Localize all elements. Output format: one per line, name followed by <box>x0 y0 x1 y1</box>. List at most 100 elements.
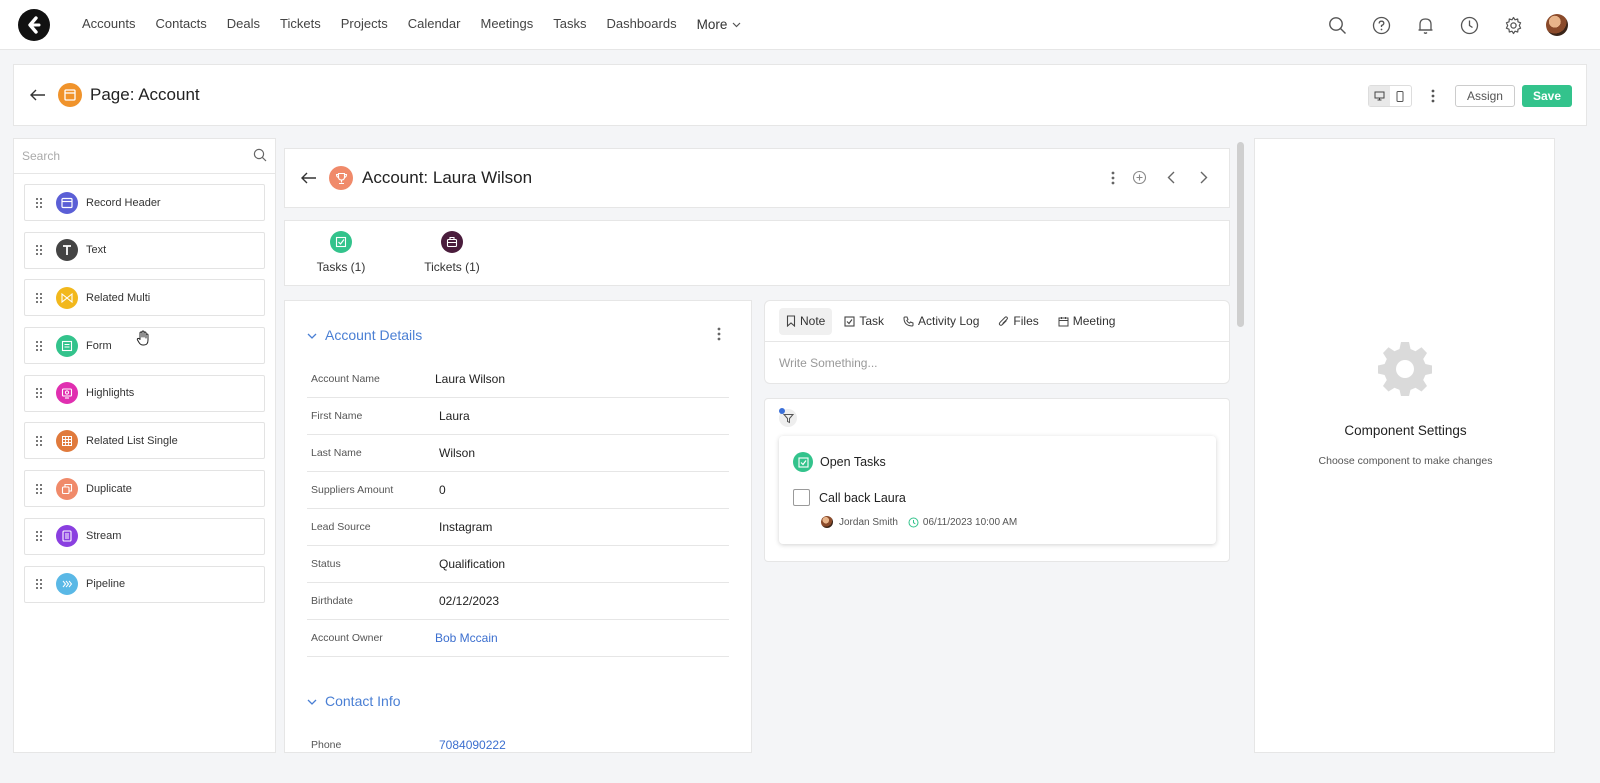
field-value[interactable]: Wilson <box>439 446 475 460</box>
drag-handle-icon[interactable] <box>36 435 44 446</box>
nav-links: Accounts Contacts Deals Tickets Projects… <box>72 0 751 50</box>
component-related-multi[interactable]: Related Multi <box>24 279 265 317</box>
drag-handle-icon[interactable] <box>36 388 44 399</box>
tab-note[interactable]: Note <box>779 307 833 335</box>
section-header-account-details[interactable]: Account Details <box>307 327 422 343</box>
stream-icon <box>56 525 78 548</box>
help-icon[interactable] <box>1370 14 1392 36</box>
field-value[interactable]: 02/12/2023 <box>439 594 499 608</box>
nav-link-deals[interactable]: Deals <box>217 0 270 50</box>
nav-link-projects[interactable]: Projects <box>331 0 398 50</box>
component-highlights[interactable]: Highlights <box>24 374 265 412</box>
composer-input[interactable]: Write Something... <box>765 342 1229 384</box>
nav-link-contacts[interactable]: Contacts <box>145 0 216 50</box>
trophy-icon <box>329 166 353 190</box>
tab-meeting[interactable]: Meeting <box>1051 308 1123 335</box>
drag-handle-icon[interactable] <box>36 579 44 589</box>
app-logo[interactable] <box>18 8 50 41</box>
component-pipeline[interactable]: Pipeline <box>24 565 265 603</box>
more-options-icon[interactable] <box>717 327 721 344</box>
chevron-left-icon[interactable] <box>1164 170 1179 188</box>
nav-more-menu[interactable]: More <box>687 0 752 50</box>
drag-handle-icon[interactable] <box>36 197 44 208</box>
gear-icon <box>1375 338 1435 401</box>
component-stream[interactable]: Stream <box>24 517 265 555</box>
drag-handle-icon[interactable] <box>36 531 44 542</box>
component-text[interactable]: Text <box>24 231 265 269</box>
drag-handle-icon[interactable] <box>36 292 44 303</box>
more-options-icon[interactable] <box>1426 89 1440 103</box>
open-tasks-title: Open Tasks <box>820 455 886 469</box>
save-button[interactable]: Save <box>1521 85 1572 107</box>
related-multi-icon <box>56 286 78 309</box>
assign-button[interactable]: Assign <box>1454 85 1515 107</box>
bell-icon[interactable] <box>1414 14 1436 36</box>
user-avatar[interactable] <box>1546 14 1568 36</box>
back-arrow-icon[interactable] <box>28 85 48 105</box>
tab-files[interactable]: Files <box>991 308 1045 335</box>
section-header-contact-info[interactable]: Contact Info <box>307 693 401 709</box>
nav-link-dashboards[interactable]: Dashboards <box>596 0 686 50</box>
component-label: Duplicate <box>86 482 132 495</box>
task-checkbox[interactable] <box>793 489 810 506</box>
tab-activity-log[interactable]: Activity Log <box>896 308 986 335</box>
checkbox-icon <box>793 452 813 472</box>
related-tab-tasks[interactable]: Tasks (1) <box>307 231 375 274</box>
nav-link-tickets[interactable]: Tickets <box>270 0 331 50</box>
field-status: Status Qualification <box>307 546 729 583</box>
field-value[interactable]: Instagram <box>439 520 492 534</box>
page-header: Page: Account Assign Save <box>13 64 1587 126</box>
component-label: Highlights <box>86 387 135 400</box>
task-owner[interactable]: Jordan Smith <box>839 517 898 528</box>
field-label: Account Owner <box>311 632 383 644</box>
gear-icon[interactable] <box>1502 14 1524 36</box>
search-icon[interactable] <box>253 148 267 165</box>
canvas-scrollbar[interactable] <box>1230 138 1254 753</box>
nav-link-calendar[interactable]: Calendar <box>398 0 471 50</box>
back-arrow-icon[interactable] <box>299 172 319 184</box>
field-account-owner: Account Owner Bob Mccain <box>307 620 729 657</box>
mobile-view-icon[interactable] <box>1390 86 1411 106</box>
nav-link-accounts[interactable]: Accounts <box>72 0 145 50</box>
component-label: Related List Single <box>86 434 178 447</box>
tab-label: Activity Log <box>918 314 980 328</box>
component-label: Related Multi <box>86 291 151 304</box>
clock-icon[interactable] <box>1458 14 1480 36</box>
field-value[interactable]: Qualification <box>439 557 505 571</box>
nav-link-meetings[interactable]: Meetings <box>470 0 543 50</box>
field-value[interactable]: Laura <box>439 409 470 423</box>
stream-panel: Open Tasks Call back Laura Jordan Smith … <box>764 398 1230 562</box>
field-label: Suppliers Amount <box>311 484 394 496</box>
more-options-icon[interactable] <box>1111 171 1115 188</box>
chevron-down-icon <box>307 694 317 709</box>
tab-label: Files <box>1013 314 1039 328</box>
component-record-header[interactable]: Record Header <box>24 184 265 221</box>
tab-task[interactable]: Task <box>837 308 891 335</box>
add-circle-icon[interactable] <box>1132 170 1147 188</box>
duplicate-icon <box>56 477 78 500</box>
record-header[interactable]: Account: Laura Wilson <box>284 148 1230 208</box>
task-due: 06/11/2023 10:00 AM <box>908 517 1017 528</box>
component-duplicate[interactable]: Duplicate <box>24 470 265 508</box>
search-icon[interactable] <box>1326 14 1348 36</box>
nav-link-tasks[interactable]: Tasks <box>543 0 596 50</box>
tab-label: Task <box>859 314 885 328</box>
drag-handle-icon[interactable] <box>36 340 44 351</box>
drag-handle-icon[interactable] <box>36 483 44 494</box>
chevron-right-icon[interactable] <box>1196 170 1211 188</box>
desktop-view-icon[interactable] <box>1368 86 1390 106</box>
field-value[interactable]: Laura Wilson <box>435 372 505 386</box>
phone-link[interactable]: 7084090222 <box>439 738 506 752</box>
task-meta: Jordan Smith 06/11/2023 10:00 AM <box>821 516 1017 528</box>
field-label: Last Name <box>311 447 362 459</box>
component-related-list-single[interactable]: Related List Single <box>24 422 265 460</box>
checkbox-icon <box>330 231 352 253</box>
drag-handle-icon[interactable] <box>36 245 44 256</box>
component-search-input[interactable] <box>22 149 253 163</box>
component-label: Record Header <box>86 196 161 209</box>
related-tab-tickets[interactable]: Tickets (1) <box>417 231 487 274</box>
scrollbar-thumb[interactable] <box>1237 142 1244 327</box>
field-value[interactable]: 0 <box>439 483 446 497</box>
account-owner-link[interactable]: Bob Mccain <box>435 631 498 645</box>
task-title[interactable]: Call back Laura <box>819 491 906 505</box>
